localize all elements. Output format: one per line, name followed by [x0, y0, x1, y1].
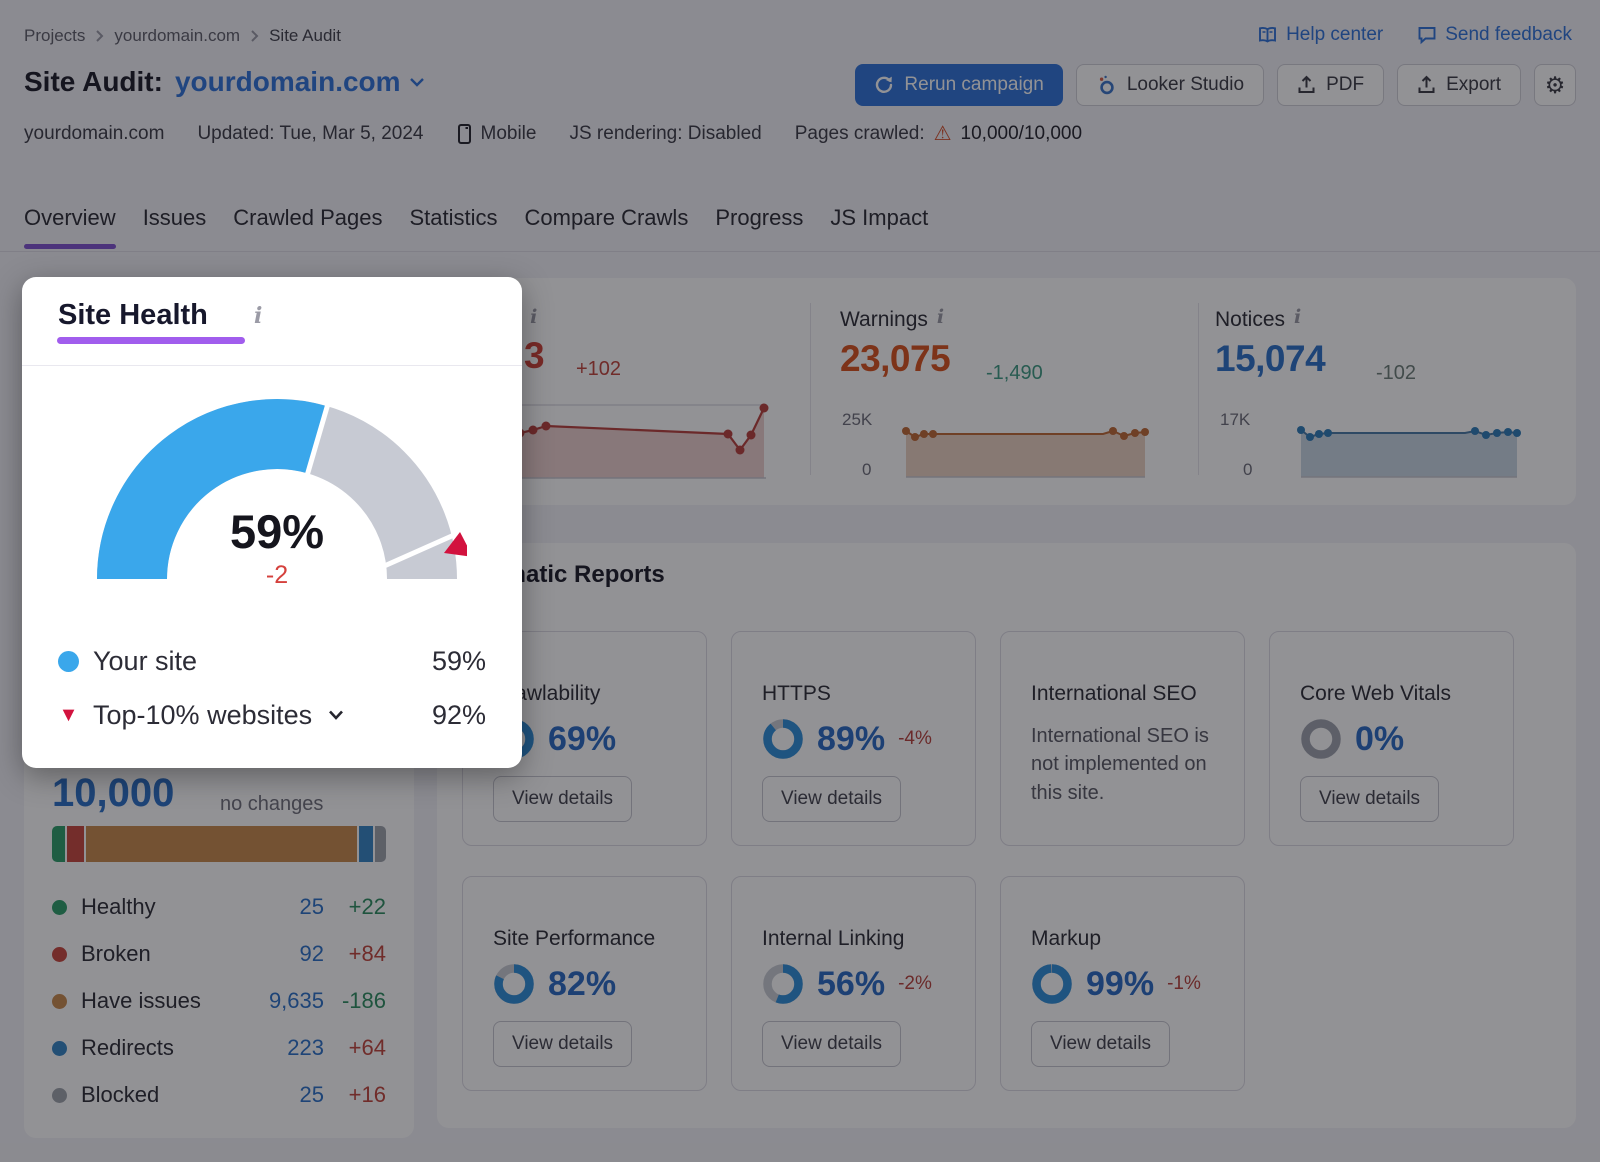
your-site-dot — [58, 651, 79, 672]
site-audit-page: Projects yourdomain.com Site Audit Help … — [0, 0, 1600, 1162]
highlight-underline — [57, 337, 245, 344]
site-health-card: Site Health i 59% -2 Your site 59% ▼ Top… — [22, 277, 522, 768]
your-site-row: Your site 59% — [58, 643, 486, 679]
site-health-gauge — [87, 389, 467, 589]
top10-value: 92% — [432, 700, 486, 731]
your-site-value: 59% — [432, 646, 486, 677]
top10-row: ▼ Top-10% websites 92% — [58, 697, 486, 733]
site-health-change: -2 — [127, 561, 427, 590]
site-health-score: 59% — [127, 504, 427, 559]
triangle-down-icon: ▼ — [58, 704, 79, 727]
site-health-title: Site Health — [58, 299, 208, 332]
chevron-down-icon[interactable] — [328, 710, 344, 720]
info-icon[interactable]: i — [254, 305, 262, 327]
divider — [22, 365, 522, 366]
